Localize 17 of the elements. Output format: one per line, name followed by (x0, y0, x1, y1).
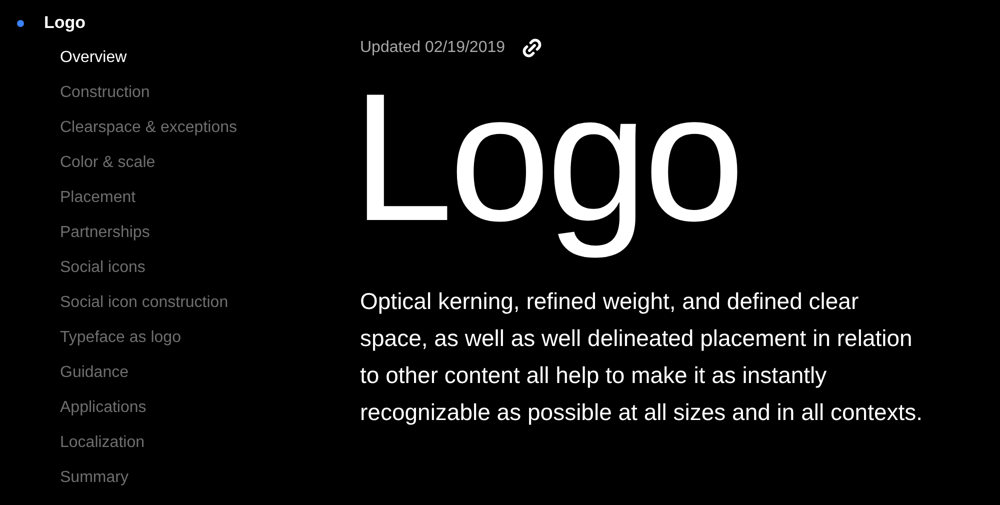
updated-date: Updated 02/19/2019 (360, 38, 506, 58)
nav-link[interactable]: Overview (60, 40, 127, 75)
nav-link[interactable]: Construction (60, 75, 150, 110)
nav-link[interactable]: Partnerships (60, 215, 150, 250)
nav-link[interactable]: Social icon construction (60, 285, 228, 320)
nav-link[interactable]: Typeface as logo (60, 320, 181, 355)
body-text: Optical kerning, refined weight, and defined clear space, as well as well delineated placement in relation to other content all help to make it as instantly recognizable as possible at all sizes and in all contexts. (360, 287, 924, 427)
nav-link[interactable]: Applications (60, 390, 146, 425)
nav-link[interactable]: Social icons (60, 250, 146, 285)
page-title: Logo (352, 55, 741, 261)
section-link[interactable]: Logo (44, 10, 86, 36)
nav-link[interactable]: Placement (60, 180, 136, 215)
nav-link[interactable]: Clearspace & exceptions (60, 110, 237, 145)
nav-link[interactable]: Color & scale (60, 145, 156, 180)
nav-link[interactable]: Localization (60, 425, 144, 460)
nav-link[interactable]: Guidance (60, 355, 128, 390)
nav-link[interactable]: Summary (60, 460, 128, 495)
